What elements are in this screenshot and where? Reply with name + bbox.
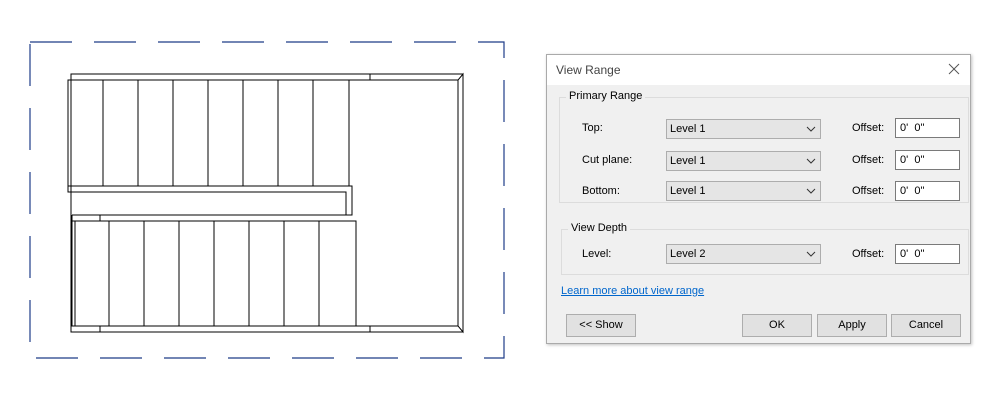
view-depth-offset-label: Offset:	[852, 248, 885, 260]
view-depth-level-select[interactable]: Level 2	[666, 244, 821, 264]
top-level-value: Level 1	[670, 123, 706, 135]
bottom-label: Bottom:	[582, 185, 620, 197]
cut-plane-label: Cut plane:	[582, 154, 633, 166]
dialog-title: View Range	[556, 63, 621, 77]
bottom-level-select[interactable]: Level 1	[666, 181, 821, 201]
cut-plane-offset-label: Offset:	[852, 154, 885, 166]
stair-geometry	[67, 72, 464, 334]
stair-plan-view	[29, 41, 505, 359]
dialog-titlebar[interactable]: View Range	[547, 55, 970, 85]
bottom-offset-field[interactable]: 0' 0"	[895, 181, 960, 201]
top-label: Top:	[582, 122, 603, 134]
view-depth-level-value: Level 2	[670, 248, 706, 260]
cut-plane-offset-field[interactable]: 0' 0"	[895, 150, 960, 170]
view-range-dialog: View Range Primary Range Top: Level 1 Of…	[546, 54, 971, 344]
cut-plane-level-select[interactable]: Level 1	[666, 151, 821, 171]
cut-plane-level-value: Level 1	[670, 155, 706, 167]
ok-button[interactable]: OK	[742, 314, 812, 337]
top-offset-field[interactable]: 0' 0"	[895, 118, 960, 138]
top-offset-label: Offset:	[852, 122, 885, 134]
apply-button[interactable]: Apply	[817, 314, 887, 337]
crop-region-boundary[interactable]	[29, 41, 505, 359]
close-icon[interactable]	[946, 61, 962, 77]
chevron-down-icon	[806, 251, 816, 257]
bottom-level-value: Level 1	[670, 185, 706, 197]
view-depth-level-label: Level:	[582, 248, 612, 260]
view-depth-offset-field[interactable]: 0' 0"	[895, 244, 960, 264]
chevron-down-icon	[806, 158, 816, 164]
chevron-down-icon	[806, 188, 816, 194]
primary-range-legend: Primary Range	[566, 90, 646, 102]
learn-more-link[interactable]: Learn more about view range	[561, 285, 704, 297]
show-button[interactable]: << Show	[566, 314, 636, 337]
top-level-select[interactable]: Level 1	[666, 119, 821, 139]
chevron-down-icon	[806, 126, 816, 132]
cancel-button[interactable]: Cancel	[891, 314, 961, 337]
view-depth-legend: View Depth	[568, 222, 631, 234]
bottom-offset-label: Offset:	[852, 185, 885, 197]
